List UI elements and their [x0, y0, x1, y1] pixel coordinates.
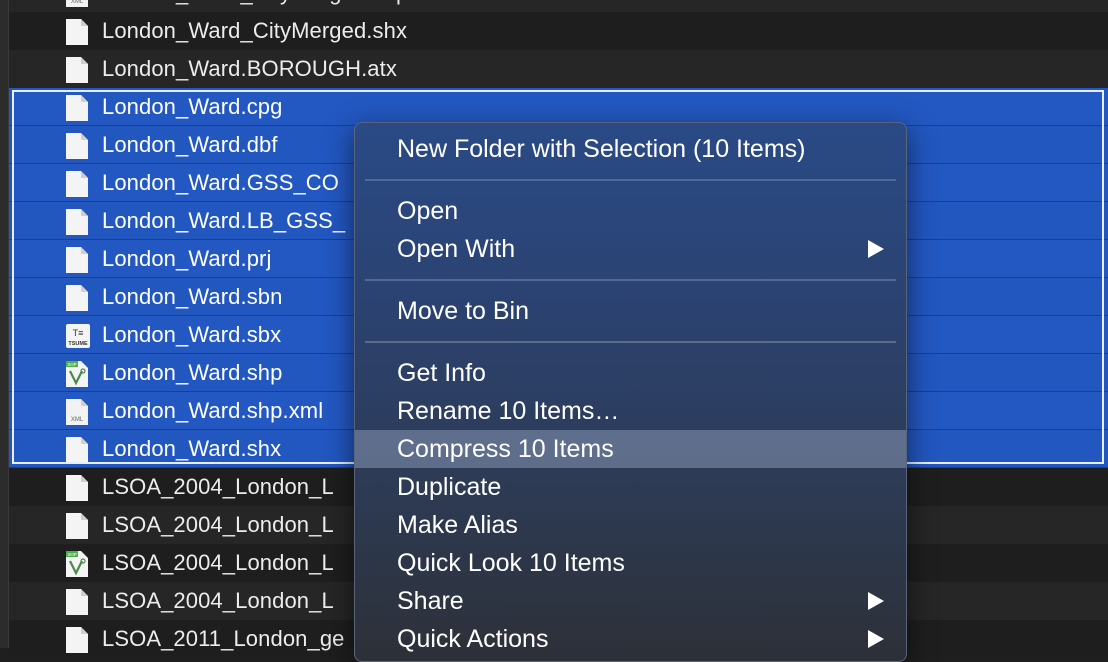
- menu-item-label: Open With: [397, 235, 516, 263]
- menu-separator: [365, 179, 896, 181]
- file-row[interactable]: London_Ward_CityMerged.shx: [9, 12, 1108, 50]
- file-name: London_Ward_CityMerged.shp.xml: [102, 0, 449, 12]
- file-name: London_Ward.prj: [102, 246, 272, 271]
- tsume-badge-bottom: TSUME: [68, 341, 88, 347]
- file-name: LSOA_2011_London_ge: [102, 626, 345, 651]
- submenu-arrow-icon: [868, 592, 884, 610]
- document-icon: [65, 627, 89, 653]
- file-row-selected[interactable]: London_Ward.cpg: [9, 88, 1108, 126]
- document-icon: [65, 475, 89, 501]
- tsume-document-icon: T≡ TSUME: [65, 323, 90, 349]
- file-name: LSOA_2004_London_L: [102, 588, 334, 613]
- file-name: London_Ward.shp: [102, 360, 283, 385]
- file-name: London_Ward.GSS_CO: [102, 170, 340, 195]
- file-name: LSOA_2004_London_L: [102, 550, 334, 575]
- menu-item-new-folder-with-selection[interactable]: New Folder with Selection (10 Items): [355, 130, 906, 168]
- menu-item-make-alias[interactable]: Make Alias: [355, 506, 906, 544]
- file-name: London_Ward.dbf: [102, 132, 278, 157]
- file-name: LSOA_2004_London_L: [102, 474, 334, 499]
- menu-item-open[interactable]: Open: [355, 192, 906, 230]
- file-name: London_Ward_CityMerged.shx: [102, 18, 408, 43]
- file-name: London_Ward.sbn: [102, 284, 283, 309]
- menu-item-compress[interactable]: Compress 10 Items: [355, 430, 906, 468]
- menu-item-quick-actions[interactable]: Quick Actions: [355, 620, 906, 658]
- document-icon: [65, 247, 89, 273]
- sidebar-edge: [0, 0, 9, 648]
- document-icon: [65, 57, 89, 83]
- shp-document-icon: SHP: [65, 361, 89, 387]
- file-row[interactable]: XML London_Ward_CityMerged.shp.xml: [9, 0, 1108, 12]
- shp-badge-label: SHP: [67, 362, 76, 367]
- shp-document-icon: SHP: [65, 551, 89, 577]
- menu-item-rename[interactable]: Rename 10 Items…: [355, 392, 906, 430]
- menu-item-get-info[interactable]: Get Info: [355, 354, 906, 392]
- menu-item-move-to-bin[interactable]: Move to Bin: [355, 292, 906, 330]
- menu-item-label: Quick Actions: [397, 625, 549, 653]
- file-name: London_Ward.cpg: [102, 94, 283, 119]
- menu-item-open-with[interactable]: Open With: [355, 230, 906, 268]
- file-name: London_Ward.LB_GSS_: [102, 208, 346, 233]
- file-name: London_Ward.shp.xml: [102, 398, 324, 423]
- submenu-arrow-icon: [868, 240, 884, 258]
- document-icon: [65, 95, 89, 121]
- menu-item-quick-look[interactable]: Quick Look 10 Items: [355, 544, 906, 582]
- menu-item-share[interactable]: Share: [355, 582, 906, 620]
- menu-separator: [365, 341, 896, 343]
- document-icon: [65, 513, 89, 539]
- menu-item-duplicate[interactable]: Duplicate: [355, 468, 906, 506]
- submenu-arrow-icon: [868, 630, 884, 648]
- file-name: London_Ward.BOROUGH.atx: [102, 56, 397, 81]
- document-icon: [65, 589, 89, 615]
- document-icon: [65, 133, 89, 159]
- xml-document-icon: XML: [65, 399, 89, 425]
- context-menu: New Folder with Selection (10 Items) Ope…: [354, 122, 907, 662]
- file-row[interactable]: London_Ward.BOROUGH.atx: [9, 50, 1108, 88]
- document-icon: [65, 19, 89, 45]
- file-name: London_Ward.shx: [102, 436, 282, 461]
- document-icon: [65, 285, 89, 311]
- document-icon: [65, 209, 89, 235]
- xml-badge-label: XML: [71, 0, 84, 5]
- xml-badge-label: XML: [71, 417, 84, 423]
- menu-item-label: Share: [397, 587, 464, 615]
- xml-document-icon: XML: [65, 0, 89, 7]
- shp-badge-label: SHP: [67, 552, 76, 557]
- file-name: LSOA_2004_London_L: [102, 512, 334, 537]
- file-name: London_Ward.sbx: [102, 322, 282, 347]
- menu-separator: [365, 279, 896, 281]
- tsume-badge-top: T≡: [73, 328, 84, 338]
- document-icon: [65, 171, 89, 197]
- document-icon: [65, 437, 89, 463]
